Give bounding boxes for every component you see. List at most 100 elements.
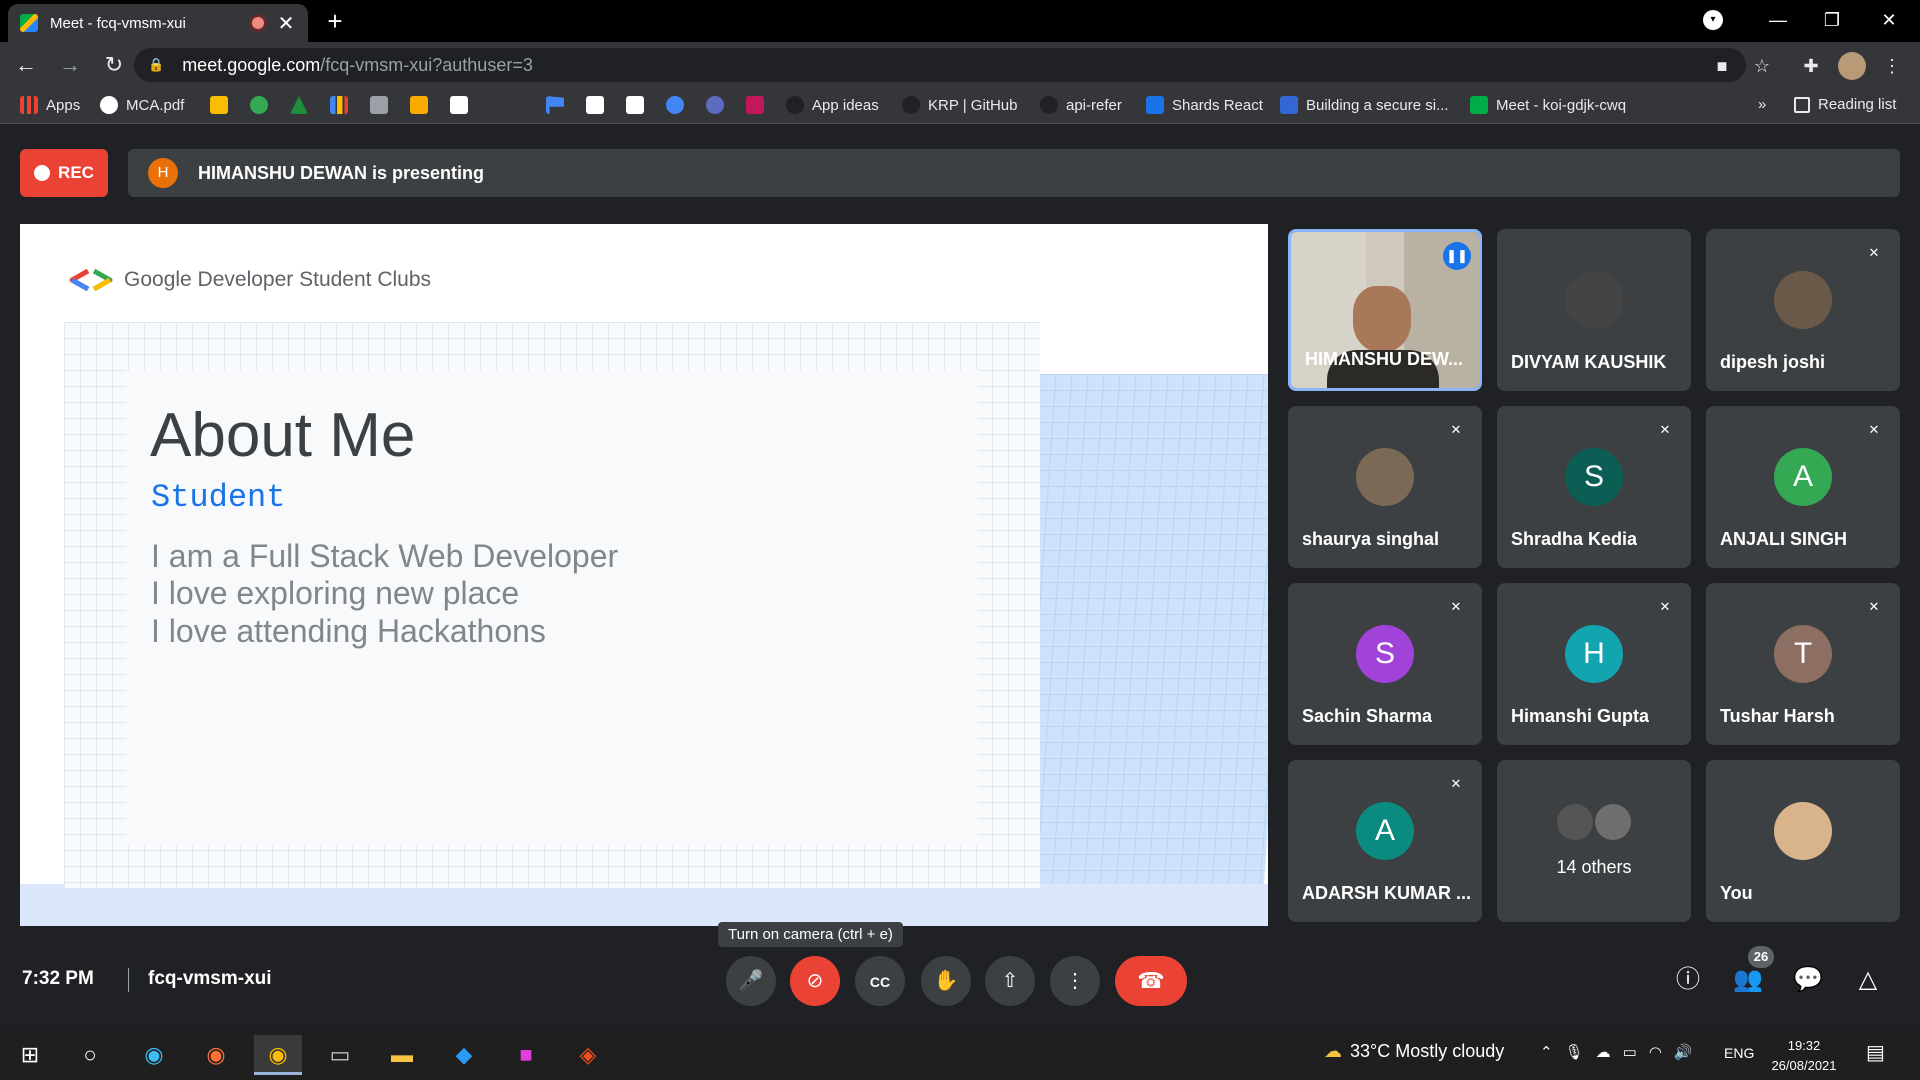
microphone-tray-icon[interactable]: 🎙 [1565, 1043, 1584, 1061]
address-bar[interactable]: 🔒 meet.google.com/fcq-vmsm-xui?authuser=… [134, 48, 1746, 82]
bookmark-whatsapp[interactable] [250, 96, 268, 114]
bookmark-keep[interactable] [210, 96, 228, 114]
bookmark-star-icon[interactable]: ☆ [1748, 52, 1776, 80]
participant-face [1353, 286, 1411, 352]
participant-tile-shaurya-singhal[interactable]: ✕ shaurya singhal [1288, 406, 1482, 568]
participant-tile-anjali-singh[interactable]: ✕ A ANJALI SINGH [1706, 406, 1900, 568]
taskbar-clock[interactable]: 19:32 26/08/2021 [1766, 1036, 1842, 1076]
apps-grid-icon [20, 96, 38, 114]
minimize-icon[interactable]: — [1755, 4, 1801, 36]
participant-tile-others[interactable]: 14 others [1497, 760, 1691, 922]
cortana-circle-icon[interactable]: ○ [66, 1035, 114, 1075]
start-windows-icon[interactable]: ⊞ [6, 1035, 54, 1075]
back-arrow-icon[interactable]: ← [8, 47, 44, 83]
slide-bottom-decoration [20, 884, 1268, 926]
captions-button[interactable]: CC [855, 956, 905, 1006]
participant-name: ADARSH KUMAR ... [1302, 883, 1471, 903]
mic-off-icon: ✕ [1450, 776, 1462, 791]
participant-tile-you[interactable]: You [1706, 760, 1900, 922]
recording-badge: REC [20, 149, 108, 197]
notifications-icon[interactable]: ▤ [1866, 1040, 1885, 1065]
bookmark-app-ideas[interactable]: App ideas [786, 96, 879, 114]
firefox-icon[interactable]: ◉ [192, 1035, 240, 1075]
participant-avatar: A [1774, 448, 1832, 506]
window-close-icon[interactable]: ✕ [1866, 4, 1912, 36]
language-indicator[interactable]: ENG [1724, 1045, 1754, 1061]
maximize-icon[interactable]: ❐ [1809, 4, 1855, 36]
meeting-info-button[interactable]: ⓘ [1670, 962, 1706, 998]
bookmark-cc[interactable] [370, 96, 388, 114]
bookmark-discord[interactable] [586, 96, 604, 114]
file-explorer-icon[interactable]: ▬ [378, 1035, 426, 1075]
volume-icon[interactable]: 🔊 [1674, 1043, 1693, 1061]
reload-icon[interactable]: ↻ [96, 47, 132, 83]
extensions-icon[interactable]: ✚ [1797, 52, 1825, 80]
tab-search-icon[interactable]: ▾ [1703, 10, 1723, 30]
lock-icon[interactable]: 🔒 [148, 57, 164, 73]
camera-button[interactable]: ⊘ [790, 956, 840, 1006]
circle-icon [666, 96, 684, 114]
menu-kebab-icon[interactable]: ⋮ [1878, 52, 1906, 80]
clock-date: 26/08/2021 [1771, 1058, 1837, 1073]
participant-name: Sachin Sharma [1302, 706, 1433, 726]
participant-tile-shradha-kedia[interactable]: ✕ S Shradha Kedia [1497, 406, 1691, 568]
bookmark-analytics[interactable] [330, 96, 348, 114]
participant-tile-himanshu-dewan[interactable]: ❚❚ HIMANSHU DEW... [1288, 229, 1482, 391]
leave-call-button[interactable]: ☎ [1115, 956, 1187, 1006]
profile-avatar[interactable] [1838, 52, 1866, 80]
bookmark-tool[interactable] [626, 96, 644, 114]
participant-tile-adarsh-kumar[interactable]: ✕ A ADARSH KUMAR ... [1288, 760, 1482, 922]
github-icon [1040, 96, 1058, 114]
bookmark-circle[interactable] [666, 96, 684, 114]
participant-tile-tushar-harsh[interactable]: ✕ T Tushar Harsh [1706, 583, 1900, 745]
bookmark-shards-react[interactable]: Shards React [1146, 96, 1263, 114]
bookmark-stack[interactable] [410, 96, 428, 114]
figma-icon[interactable]: ◈ [564, 1035, 612, 1075]
bookmark-drive[interactable] [290, 96, 308, 114]
bookmark-flag[interactable] [546, 96, 564, 114]
participant-name: Tushar Harsh [1720, 706, 1835, 726]
intellij-icon[interactable]: ■ [502, 1035, 550, 1075]
bookmark-meet-koi[interactable]: Meet - koi-gdjk-cwq [1470, 96, 1626, 114]
bookmark-hackerrank[interactable] [450, 96, 468, 114]
activities-button[interactable]: △ [1850, 962, 1886, 998]
onedrive-icon[interactable]: ☁ [1596, 1043, 1611, 1061]
battery-icon[interactable]: ▭ [1623, 1043, 1637, 1061]
bookmark-krp-github[interactable]: KRP | GitHub [902, 96, 1018, 114]
reading-list-button[interactable]: Reading list [1794, 96, 1896, 113]
new-tab-button[interactable]: + [318, 6, 352, 40]
tab-close-icon[interactable]: ✕ [276, 11, 296, 36]
bookmark-mca-pdf[interactable]: MCA.pdf [100, 96, 184, 114]
present-screen-button[interactable]: ⇧ [985, 956, 1035, 1006]
participant-tile-himanshi-gupta[interactable]: ✕ H Himanshi Gupta [1497, 583, 1691, 745]
reading-list-icon [1794, 96, 1810, 113]
slide-subtitle: Student [151, 479, 286, 516]
microphone-button[interactable]: 🎤 [726, 956, 776, 1006]
weather-widget[interactable]: ☁ 33°C Mostly cloudy [1324, 1041, 1504, 1062]
bookmarks-overflow-icon[interactable]: » [1758, 96, 1766, 113]
bookmark-square[interactable] [746, 96, 764, 114]
participant-name: dipesh joshi [1720, 352, 1826, 372]
url-path: /fcq-vmsm-xui?authuser=3 [320, 54, 533, 75]
chevron-up-icon[interactable]: ⌃ [1540, 1043, 1553, 1061]
tab-title: Meet - fcq-vmsm-xui [50, 14, 186, 32]
edge-icon[interactable]: ◉ [130, 1035, 178, 1075]
participant-tile-sachin-sharma[interactable]: ✕ S Sachin Sharma [1288, 583, 1482, 745]
bookmark-building-secure[interactable]: Building a secure si... [1280, 96, 1449, 114]
bookmark-api-refer[interactable]: api-refer [1040, 96, 1122, 114]
browser-tab-meet[interactable]: Meet - fcq-vmsm-xui ✕ [8, 4, 308, 42]
more-options-button[interactable]: ⋮ [1050, 956, 1100, 1006]
bookmark-apps[interactable]: Apps [20, 96, 80, 114]
raise-hand-button[interactable]: ✋ [921, 956, 971, 1006]
participant-tile-divyam-kaushik[interactable]: DIVYAM KAUSHIK [1497, 229, 1691, 391]
chrome-taskbar-icon[interactable]: ◉ [254, 1035, 302, 1075]
terminal-icon[interactable]: ▭ [316, 1035, 364, 1075]
wifi-icon[interactable]: ◠ [1649, 1043, 1662, 1061]
chat-button[interactable]: 💬 [1790, 962, 1826, 998]
vscode-icon[interactable]: ◆ [440, 1035, 488, 1075]
forward-arrow-icon[interactable]: → [52, 47, 88, 83]
participant-tile-dipesh-joshi[interactable]: ✕ dipesh joshi [1706, 229, 1900, 391]
slide-title: About Me [150, 401, 416, 470]
bookmark-recorder[interactable] [706, 96, 724, 114]
camera-blocked-icon[interactable]: ■ [1708, 52, 1736, 80]
